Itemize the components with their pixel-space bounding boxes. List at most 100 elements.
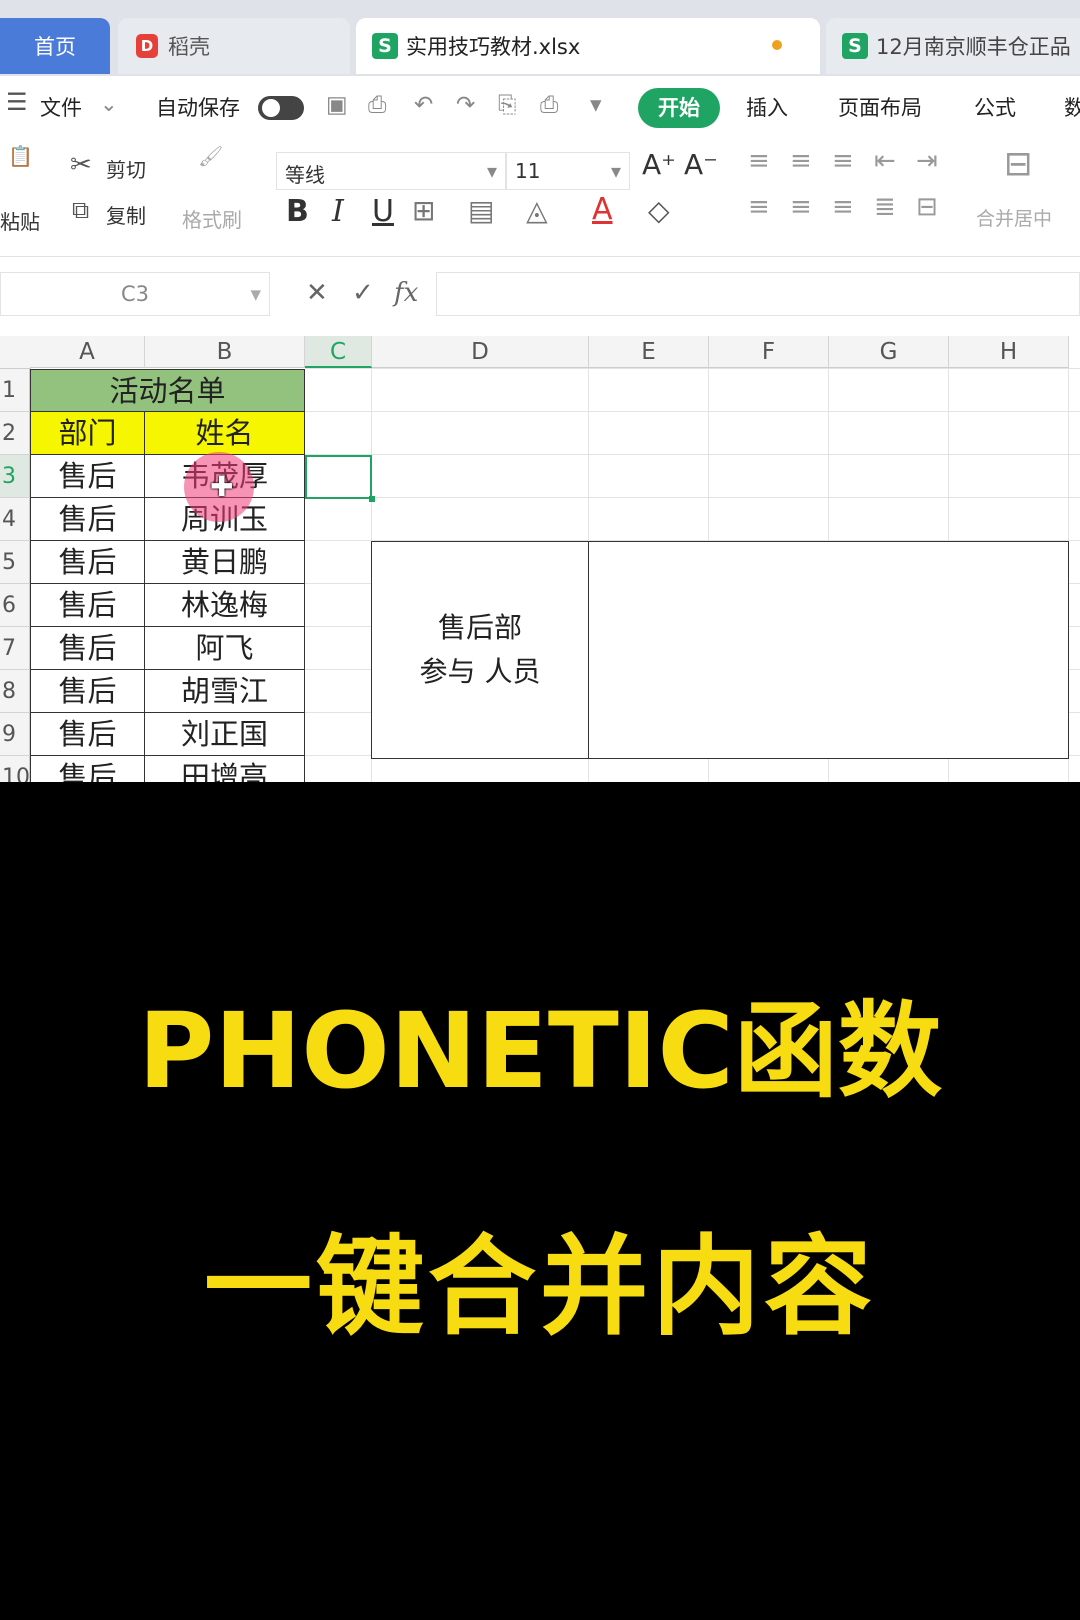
active-cell-c3[interactable] <box>305 455 375 502</box>
merged-label-cell[interactable]: 售后部 参与 人员 <box>371 541 589 759</box>
align-center-icon[interactable]: ≡ <box>790 192 812 222</box>
column-header-d[interactable]: D <box>372 336 589 368</box>
cut-button[interactable]: 剪切 <box>106 154 146 183</box>
undo-icon[interactable]: ↶ <box>414 92 433 118</box>
chevron-down-icon[interactable]: ⌄ <box>100 92 118 116</box>
cell-b2-name-header[interactable]: 姓名 <box>145 412 305 455</box>
column-header-a[interactable]: A <box>30 336 145 368</box>
font-name-select[interactable]: 等线 ▾ <box>276 152 506 190</box>
table-row-dept-cell[interactable]: 售后 <box>30 756 145 782</box>
italic-icon[interactable]: I <box>332 194 344 229</box>
font-size-select[interactable]: 11 ▾ <box>506 152 630 190</box>
row-header-9[interactable]: 9 <box>0 713 30 756</box>
insert-function-icon[interactable]: fx <box>394 278 418 308</box>
borders-icon[interactable]: ⊞ <box>412 194 435 227</box>
row-header-5[interactable]: 5 <box>0 541 30 584</box>
name-box[interactable]: C3 ▾ <box>0 272 270 316</box>
confirm-icon[interactable]: ✓ <box>352 278 374 308</box>
paste-icon[interactable]: 📋 <box>8 144 33 168</box>
distribute-icon[interactable]: ⊟ <box>916 192 938 222</box>
gridline-horizontal <box>305 497 1080 498</box>
ribbon-tab-page-layout[interactable]: 页面布局 <box>838 92 922 122</box>
docer-icon: D <box>136 34 158 58</box>
increase-indent-icon[interactable]: ⇥ <box>916 146 938 176</box>
merged-value-cell[interactable] <box>588 541 1069 759</box>
column-header-f[interactable]: F <box>709 336 829 368</box>
scissors-icon[interactable]: ✂ <box>70 150 92 180</box>
paste-button[interactable]: 粘贴 <box>0 206 40 235</box>
decrease-indent-icon[interactable]: ⇤ <box>874 146 896 176</box>
formula-input[interactable] <box>436 272 1080 316</box>
column-header-e[interactable]: E <box>589 336 709 368</box>
format-painter-button[interactable]: 格式刷 <box>182 204 242 233</box>
paste-special-icon[interactable]: ⎘ <box>498 92 516 118</box>
print-icon[interactable]: ⎙ <box>540 92 558 118</box>
table-row-dept-cell[interactable]: 售后 <box>30 627 145 670</box>
table-row-dept-cell[interactable]: 售后 <box>30 455 145 498</box>
customize-dropdown-icon[interactable]: ▾ <box>590 92 602 118</box>
hamburger-menu-icon[interactable]: ☰ <box>6 88 28 116</box>
copy-button[interactable]: 复制 <box>106 200 146 229</box>
justify-icon[interactable]: ≣ <box>874 192 896 222</box>
row-header-2[interactable]: 2 <box>0 412 30 455</box>
table-row-name-cell[interactable]: 林逸梅 <box>145 584 305 627</box>
print-preview-icon[interactable]: ⎙ <box>368 92 386 118</box>
align-right-icon[interactable]: ≡ <box>832 192 854 222</box>
cell-a2-dept-header[interactable]: 部门 <box>30 412 145 455</box>
save-icon[interactable]: ▣ <box>326 92 348 118</box>
format-painter-icon[interactable]: 🖌 <box>198 144 223 168</box>
bold-icon[interactable]: B <box>286 194 309 229</box>
ribbon-tab-start[interactable]: 开始 <box>638 88 720 128</box>
fill-color-icon[interactable]: ◬ <box>526 194 548 227</box>
merge-center-button[interactable]: 合并居中 <box>976 204 1052 231</box>
row-header-3[interactable]: 3 <box>0 455 30 498</box>
column-header-g[interactable]: G <box>829 336 949 368</box>
table-row-dept-cell[interactable]: 售后 <box>30 498 145 541</box>
table-row-name-cell[interactable]: 胡雪江 <box>145 670 305 713</box>
row-header-10[interactable]: 10 <box>0 756 30 782</box>
tab-docer[interactable]: D 稻壳 <box>118 18 350 74</box>
caption-line1: PHONETIC函数 <box>138 990 942 1112</box>
column-header-c[interactable]: C <box>305 336 372 368</box>
column-header-b[interactable]: B <box>145 336 305 368</box>
row-header-8[interactable]: 8 <box>0 670 30 713</box>
table-row-dept-cell[interactable]: 售后 <box>30 670 145 713</box>
autosave-toggle[interactable] <box>258 96 304 120</box>
table-row-dept-cell[interactable]: 售后 <box>30 541 145 584</box>
row-header-4[interactable]: 4 <box>0 498 30 541</box>
column-header-h[interactable]: H <box>949 336 1069 368</box>
redo-icon[interactable]: ↷ <box>456 92 475 118</box>
row-header-6[interactable]: 6 <box>0 584 30 627</box>
increase-font-icon[interactable]: A⁺ <box>642 148 676 181</box>
table-row-name-cell[interactable]: 田增高 <box>145 756 305 782</box>
tab-home[interactable]: 首页 <box>0 18 110 74</box>
tab-other-file[interactable]: S 12月南京顺丰仓正品 <box>826 18 1080 74</box>
cell-a1-title[interactable]: 活动名单 <box>30 369 305 412</box>
align-bottom-icon[interactable]: ≡ <box>832 146 854 176</box>
fill-style-icon[interactable]: ▤ <box>468 194 494 227</box>
align-top-icon[interactable]: ≡ <box>748 146 770 176</box>
align-middle-icon[interactable]: ≡ <box>790 146 812 176</box>
unsaved-indicator-icon <box>772 40 782 50</box>
tab-active-file[interactable]: S 实用技巧教材.xlsx <box>356 18 820 74</box>
table-row-name-cell[interactable]: 阿飞 <box>145 627 305 670</box>
select-all-corner[interactable] <box>0 336 31 369</box>
clear-format-icon[interactable]: ◇ <box>648 194 670 227</box>
table-row-name-cell[interactable]: 刘正国 <box>145 713 305 756</box>
cancel-icon[interactable]: ✕ <box>306 278 328 308</box>
table-row-dept-cell[interactable]: 售后 <box>30 713 145 756</box>
font-color-icon[interactable]: A <box>592 192 613 227</box>
menu-file[interactable]: 文件 <box>40 92 82 122</box>
copy-icon[interactable]: ⧉ <box>72 196 89 224</box>
underline-icon[interactable]: U <box>372 194 394 229</box>
ribbon-tab-formulas[interactable]: 公式 <box>974 92 1016 122</box>
table-row-name-cell[interactable]: 黄日鹏 <box>145 541 305 584</box>
ribbon-tab-insert[interactable]: 插入 <box>746 92 788 122</box>
row-header-1[interactable]: 1 <box>0 369 30 412</box>
row-header-7[interactable]: 7 <box>0 627 30 670</box>
align-left-icon[interactable]: ≡ <box>748 192 770 222</box>
decrease-font-icon[interactable]: A⁻ <box>684 148 718 181</box>
merge-center-icon[interactable]: ⊟ <box>1004 144 1033 184</box>
table-row-dept-cell[interactable]: 售后 <box>30 584 145 627</box>
ribbon-tab-data[interactable]: 数 <box>1064 92 1080 122</box>
